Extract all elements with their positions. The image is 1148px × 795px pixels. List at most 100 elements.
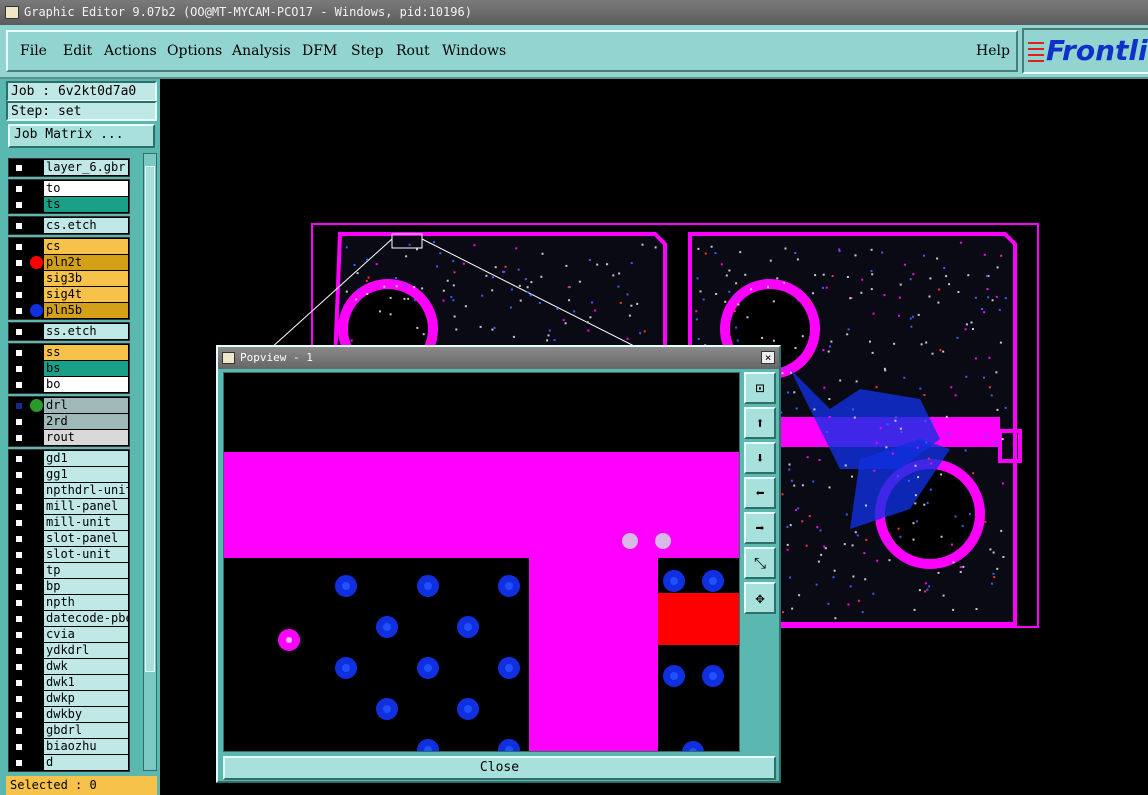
layer-row-gg1[interactable]: gg1 <box>10 467 128 482</box>
layer-name: drl <box>44 398 128 413</box>
zoom-fit-button[interactable]: ⊡ <box>744 372 776 404</box>
layer-row-bp[interactable]: bp <box>10 579 128 594</box>
layer-row-d[interactable]: d <box>10 755 128 770</box>
layer-checkbox[interactable] <box>14 242 24 252</box>
layer-checkbox[interactable] <box>14 184 24 194</box>
layer-row-ss[interactable]: ss <box>10 345 128 360</box>
layer-checkbox[interactable] <box>14 726 24 736</box>
layer-row-datecode-pbe[interactable]: datecode-pbe <box>10 611 128 626</box>
layer-checkbox[interactable] <box>14 454 24 464</box>
layer-row-pln2t[interactable]: pln2t <box>10 255 128 270</box>
zoom-out-button[interactable]: ⤡ <box>744 547 776 579</box>
layer-checkbox[interactable] <box>14 742 24 752</box>
layer-row-2rd[interactable]: 2rd <box>10 414 128 429</box>
job-matrix-button[interactable]: Job Matrix ... <box>8 124 155 148</box>
layer-row-biaozhu[interactable]: biaozhu <box>10 739 128 754</box>
pan-down-button[interactable]: ⬇ <box>744 442 776 474</box>
layer-row-cs.etch[interactable]: cs.etch <box>10 218 128 233</box>
layer-checkbox[interactable] <box>14 221 24 231</box>
layer-row-gbdrl[interactable]: gbdrl <box>10 723 128 738</box>
layer-checkbox[interactable] <box>14 534 24 544</box>
layer-checkbox[interactable] <box>14 550 24 560</box>
layer-row-slot-panel[interactable]: slot-panel <box>10 531 128 546</box>
layer-row-dwkp[interactable]: dwkp <box>10 691 128 706</box>
layer-name: bs <box>44 361 128 376</box>
popview-close-button[interactable]: Close <box>223 756 776 780</box>
layer-checkbox[interactable] <box>14 274 24 284</box>
menu-help[interactable]: Help <box>976 43 1010 59</box>
menu-windows[interactable]: Windows <box>442 43 506 59</box>
popview-close-icon[interactable]: × <box>761 351 775 364</box>
layer-row-ts[interactable]: ts <box>10 197 128 212</box>
layer-checkbox[interactable] <box>14 502 24 512</box>
menu-options[interactable]: Options <box>167 43 222 59</box>
popview-canvas[interactable] <box>223 372 740 752</box>
layer-checkbox[interactable] <box>14 306 24 316</box>
layer-row-sig4t[interactable]: sig4t <box>10 287 128 302</box>
layer-row-ydkdrl[interactable]: ydkdrl <box>10 643 128 658</box>
layer-row-dwk1[interactable]: dwk1 <box>10 675 128 690</box>
layer-row-to[interactable]: to <box>10 181 128 196</box>
layer-checkbox[interactable] <box>14 486 24 496</box>
layer-checkbox[interactable] <box>14 630 24 640</box>
menu-rout[interactable]: Rout <box>396 43 430 59</box>
menu-analysis[interactable]: Analysis <box>232 43 291 59</box>
layer-row-npth[interactable]: npth <box>10 595 128 610</box>
layer-checkbox[interactable] <box>14 327 24 337</box>
layer-row-bo[interactable]: bo <box>10 377 128 392</box>
layer-row-drl[interactable]: drl <box>10 398 128 413</box>
pan-up-button[interactable]: ⬆ <box>744 407 776 439</box>
pan-right-button[interactable]: ➡ <box>744 512 776 544</box>
menu-actions[interactable]: Actions <box>104 43 157 59</box>
layer-checkbox[interactable] <box>14 566 24 576</box>
layer-checkbox[interactable] <box>14 433 24 443</box>
popview-titlebar: Popview - 1 × <box>218 347 779 369</box>
menu-dfm[interactable]: DFM <box>302 43 337 59</box>
layer-row-ss.etch[interactable]: ss.etch <box>10 324 128 339</box>
via-pad <box>663 665 685 687</box>
layer-row-sig3b[interactable]: sig3b <box>10 271 128 286</box>
menu-file[interactable]: File <box>20 43 47 59</box>
pan-left-button[interactable]: ⬅ <box>744 477 776 509</box>
layer-checkbox[interactable] <box>14 518 24 528</box>
layer-row-gd1[interactable]: gd1 <box>10 451 128 466</box>
layer-checkbox[interactable] <box>14 582 24 592</box>
layer-row-rout[interactable]: rout <box>10 430 128 445</box>
layer-checkbox[interactable] <box>14 380 24 390</box>
layer-row-npthdrl-unit[interactable]: npthdrl-unit <box>10 483 128 498</box>
layer-row-cs[interactable]: cs <box>10 239 128 254</box>
layer-checkbox[interactable] <box>14 258 24 268</box>
plane-via <box>655 533 671 549</box>
layer-checkbox[interactable] <box>14 678 24 688</box>
layer-checkbox[interactable] <box>14 710 24 720</box>
layer-row-layer_6.gbr[interactable]: layer_6.gbr <box>10 160 128 175</box>
scrollbar-thumb[interactable] <box>145 166 155 672</box>
layer-row-tp[interactable]: tp <box>10 563 128 578</box>
layer-checkbox[interactable] <box>14 348 24 358</box>
layer-checkbox[interactable] <box>14 364 24 374</box>
layer-checkbox[interactable] <box>14 163 24 173</box>
layer-checkbox[interactable] <box>14 200 24 210</box>
layer-scrollbar[interactable] <box>143 153 157 771</box>
menu-step[interactable]: Step <box>351 43 383 59</box>
layer-row-dwk[interactable]: dwk <box>10 659 128 674</box>
layer-checkbox[interactable] <box>14 470 24 480</box>
menu-edit[interactable]: Edit <box>63 43 92 59</box>
layer-row-mill-panel[interactable]: mill-panel <box>10 499 128 514</box>
layer-checkbox[interactable] <box>14 401 24 411</box>
layer-row-pln5b[interactable]: pln5b <box>10 303 128 318</box>
layer-row-bs[interactable]: bs <box>10 361 128 376</box>
layer-checkbox[interactable] <box>14 614 24 624</box>
layer-checkbox[interactable] <box>14 694 24 704</box>
layer-checkbox[interactable] <box>14 758 24 768</box>
layer-row-cvia[interactable]: cvia <box>10 627 128 642</box>
layer-checkbox[interactable] <box>14 646 24 656</box>
layer-checkbox[interactable] <box>14 598 24 608</box>
zoom-home-button[interactable]: ✥ <box>744 582 776 614</box>
layer-row-slot-unit[interactable]: slot-unit <box>10 547 128 562</box>
layer-checkbox[interactable] <box>14 290 24 300</box>
layer-checkbox[interactable] <box>14 662 24 672</box>
layer-row-mill-unit[interactable]: mill-unit <box>10 515 128 530</box>
layer-checkbox[interactable] <box>14 417 24 427</box>
layer-row-dwkby[interactable]: dwkby <box>10 707 128 722</box>
